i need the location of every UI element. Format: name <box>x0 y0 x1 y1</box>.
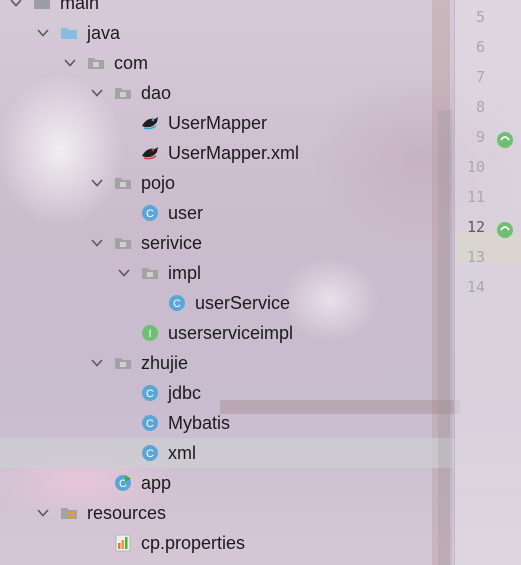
properties-file-icon <box>114 534 132 552</box>
project-tree-panel: main java com dao UserMapper UserMapper.xml po… <box>0 0 454 565</box>
line-number: 5 <box>475 8 485 26</box>
tree-item-label: cp.properties <box>141 533 246 553</box>
tree-item-userservice[interactable]: CuserService <box>0 288 454 318</box>
tree-item-usermapper[interactable]: UserMapper <box>0 108 454 138</box>
svg-text:I: I <box>148 328 151 340</box>
tree-item-label: userserviceimpl <box>168 323 294 343</box>
tree-scrollbar[interactable] <box>438 110 452 565</box>
package-icon <box>114 84 132 102</box>
tree-item-cp-properties[interactable]: cp.properties <box>0 528 454 558</box>
tree-item-impl[interactable]: impl <box>0 258 454 288</box>
class-icon: C <box>141 414 159 432</box>
tree-item-serivice[interactable]: serivice <box>0 228 454 258</box>
tree-item-label: jdbc <box>168 383 202 403</box>
chevron-down-icon[interactable] <box>90 86 104 100</box>
chevron-down-icon[interactable] <box>9 0 23 10</box>
tree-item-user[interactable]: Cuser <box>0 198 454 228</box>
class-icon: C <box>141 204 159 222</box>
svg-text:C: C <box>146 208 154 220</box>
interface-icon: I <box>141 324 159 342</box>
tree-item-label: pojo <box>141 173 176 193</box>
line-number: 11 <box>466 188 485 206</box>
bean-check-icon[interactable] <box>495 220 515 240</box>
package-icon <box>114 234 132 252</box>
tree-item-usermapper-xml[interactable]: UserMapper.xml <box>0 138 454 168</box>
tree-item-label: userService <box>195 293 291 313</box>
chevron-down-icon[interactable] <box>90 356 104 370</box>
svg-text:C: C <box>146 388 154 400</box>
package-icon <box>141 264 159 282</box>
line-number: 9 <box>475 128 485 146</box>
tree-item-label: com <box>114 53 149 73</box>
tree-item-label: Mybatis <box>168 413 231 433</box>
line-number: 7 <box>475 68 485 86</box>
tree-item-java[interactable]: java <box>0 18 454 48</box>
tree-item-label: serivice <box>141 233 203 253</box>
editor-gutter: 5 6 7 8 9 10 11 12 13 14 <box>454 0 521 565</box>
tree-item-zhujie[interactable]: zhujie <box>0 348 454 378</box>
tree-item-main[interactable]: main <box>0 0 454 18</box>
folder-source-icon <box>60 24 78 42</box>
chevron-down-icon[interactable] <box>63 56 77 70</box>
tree-item-label: zhujie <box>141 353 189 373</box>
tree-item-pojo[interactable]: pojo <box>0 168 454 198</box>
package-icon <box>114 174 132 192</box>
class-icon: C <box>141 384 159 402</box>
chevron-down-icon[interactable] <box>36 26 50 40</box>
tree-item-jdbc[interactable]: Cjdbc <box>0 378 454 408</box>
tree-item-xml[interactable]: Cxml <box>0 438 454 468</box>
tree-item-app[interactable]: Capp <box>0 468 454 498</box>
tree-item-label: impl <box>168 263 202 283</box>
svg-text:C: C <box>146 418 154 430</box>
line-number: 13 <box>466 248 485 266</box>
tree-item-label: java <box>87 23 121 43</box>
tree-item-label: dao <box>141 83 172 103</box>
tree-item-com[interactable]: com <box>0 48 454 78</box>
bean-search-icon[interactable] <box>495 130 515 150</box>
tree-item-label: app <box>141 473 172 493</box>
line-number: 6 <box>475 38 485 56</box>
package-icon <box>87 54 105 72</box>
chevron-down-icon[interactable] <box>36 506 50 520</box>
tree-item-label: resources <box>87 503 167 523</box>
line-number: 10 <box>466 158 485 176</box>
chevron-down-icon[interactable] <box>90 176 104 190</box>
tree-item-resources[interactable]: resources <box>0 498 454 528</box>
line-number: 8 <box>475 98 485 116</box>
tree-item-label: xml <box>168 443 196 463</box>
chevron-down-icon[interactable] <box>90 236 104 250</box>
tree-item-label: user <box>168 203 204 223</box>
svg-text:C: C <box>173 298 181 310</box>
package-icon <box>114 354 132 372</box>
class-icon: C <box>141 444 159 462</box>
line-number: 12 <box>466 218 485 236</box>
resources-icon <box>60 504 78 522</box>
runnable-class-icon: C <box>114 474 132 492</box>
svg-text:C: C <box>146 448 154 460</box>
chevron-down-icon[interactable] <box>117 266 131 280</box>
tree-item-dao[interactable]: dao <box>0 78 454 108</box>
line-number: 14 <box>466 278 485 296</box>
tree-item-label: UserMapper.xml <box>168 143 300 163</box>
mybatis-xml-icon <box>141 144 159 162</box>
folder-plain-icon <box>33 0 51 12</box>
class-icon: C <box>168 294 186 312</box>
tree-item-userserviceimpl[interactable]: Iuserserviceimpl <box>0 318 454 348</box>
tree-item-mybatis[interactable]: C Mybatis <box>0 408 454 438</box>
tree-item-label: UserMapper <box>168 113 268 133</box>
tree-item-label: main <box>60 0 100 13</box>
mybatis-mapper-icon <box>141 114 159 132</box>
